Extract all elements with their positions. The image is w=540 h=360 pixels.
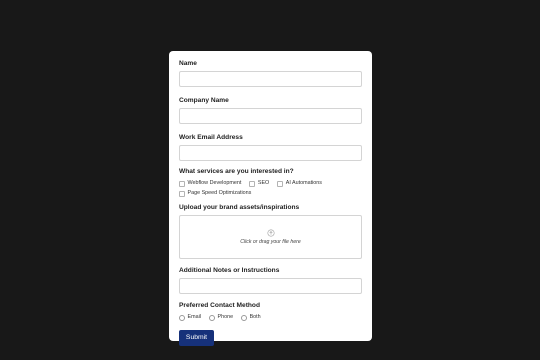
contact-method-radio-group: Email Phone Both [179,314,362,321]
service-label: Webflow Development [187,180,242,186]
upload-hint: Click or drag your file here [240,238,301,245]
service-checkbox-ai-automations[interactable]: AI Automations [277,180,322,187]
file-upload-dropzone[interactable]: Click or drag your file here [179,215,362,259]
name-input[interactable] [179,71,362,87]
email-label: Work Email Address [179,134,243,141]
contact-radio-email[interactable]: Email [179,314,201,321]
service-label: AI Automations [285,180,322,186]
services-checkbox-group: Webflow Development SEO AI Automations P… [179,180,362,197]
name-label: Name [179,60,197,67]
services-label: What services are you interested in? [179,168,294,175]
submit-button[interactable]: Submit [179,330,214,346]
checkbox[interactable] [249,180,256,187]
service-label: SEO [257,180,270,186]
upload-label: Upload your brand assets/inspirations [179,204,300,211]
checkbox[interactable] [179,180,185,187]
company-label: Company Name [179,97,229,104]
service-checkbox-page-speed[interactable]: Page Speed Optimizations [179,190,251,197]
contact-form-card: Name Company Name Work Email Address Wha… [169,51,372,346]
service-checkbox-webflow[interactable]: Webflow Development [179,180,241,187]
notes-label: Additional Notes or Instructions [179,267,280,274]
contact-option-label: Both [249,314,261,320]
service-label: Page Speed Optimizations [187,190,252,196]
company-input[interactable] [179,108,362,124]
service-checkbox-seo[interactable]: SEO [249,180,269,187]
contact-method-label: Preferred Contact Method [179,302,260,309]
notes-input[interactable] [179,278,362,294]
upload-icon [267,229,274,236]
radio-button[interactable] [241,314,248,321]
checkbox[interactable] [277,180,284,187]
contact-option-label: Email [187,314,201,320]
checkbox[interactable] [179,190,185,197]
contact-option-label: Phone [217,314,234,320]
contact-radio-phone[interactable]: Phone [208,314,234,321]
email-input[interactable] [179,145,362,161]
contact-radio-both[interactable]: Both [241,314,261,321]
radio-button[interactable] [208,314,215,321]
radio-button[interactable] [179,314,185,321]
